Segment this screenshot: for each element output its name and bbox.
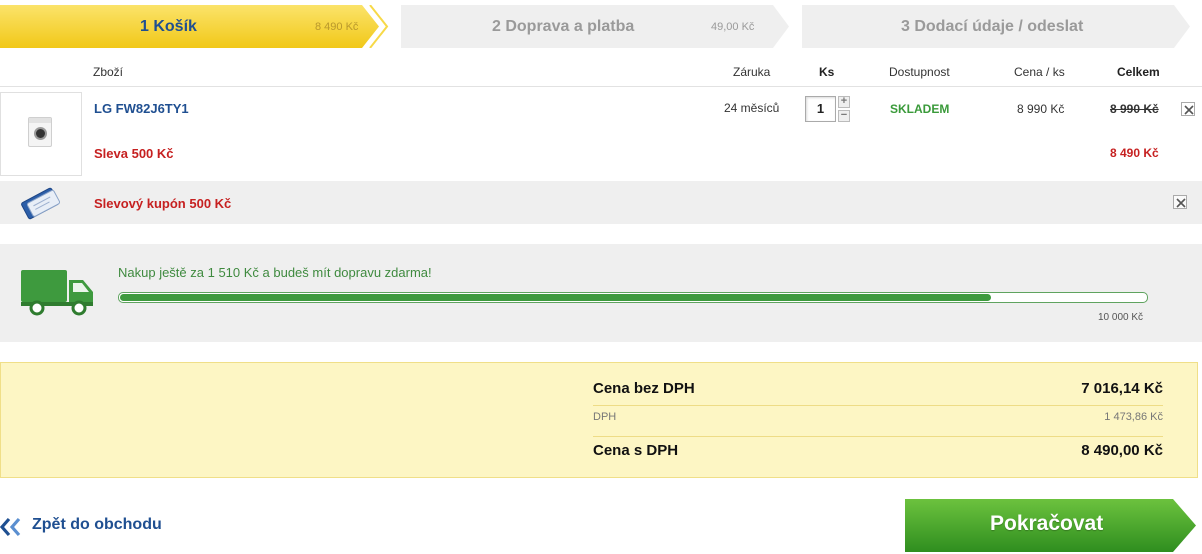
step-delivery-details[interactable]: 3 Dodací údaje / odeslat (802, 5, 1200, 48)
close-icon (1176, 198, 1186, 208)
step-cart-label: 1 Košík (140, 18, 197, 35)
price-with-vat-label: Cena s DPH (593, 442, 679, 459)
free-shipping-progress-bar (118, 292, 1148, 303)
quantity-plus-button[interactable]: + (838, 96, 850, 108)
step-shipping-label: 2 Doprava a platba (492, 18, 635, 35)
unit-price: 8 990 Kč (1017, 102, 1065, 116)
original-total-price: 8 990 Kč (1110, 102, 1159, 116)
step-cart-price: 8 490 Kč (315, 21, 359, 33)
discount-label: Sleva 500 Kč (94, 146, 174, 161)
discounted-total-price: 8 490 Kč (1110, 146, 1159, 160)
header-unit-price: Cena / ks (1014, 65, 1065, 79)
product-image[interactable] (0, 92, 82, 176)
back-to-shop-label: Zpět do obchodu (32, 516, 162, 533)
header-total: Celkem (1117, 65, 1160, 79)
washer-door (34, 127, 47, 140)
price-without-vat-label: Cena bez DPH (593, 380, 695, 397)
vat-value: 1 473,86 Kč (1104, 411, 1163, 423)
summary-row-without-vat: Cena bez DPH 7 016,14 Kč (593, 380, 1163, 406)
step-cart[interactable]: 1 Košík 8 490 Kč (0, 5, 392, 48)
price-without-vat-value: 7 016,14 Kč (1081, 380, 1163, 397)
step-delivery-label: 3 Dodací údaje / odeslat (901, 18, 1084, 35)
header-availability: Dostupnost (889, 65, 950, 79)
coupon-row: Slevový kupón 500 Kč (0, 181, 1202, 224)
summary-row-with-vat: Cena s DPH 8 490,00 Kč (593, 442, 1163, 468)
remove-coupon-button[interactable] (1173, 195, 1187, 209)
remove-item-button[interactable] (1181, 102, 1195, 116)
free-shipping-box: Nakup ještě za 1 510 Kč a budeš mít dopr… (0, 244, 1202, 342)
continue-label: Pokračovat (990, 512, 1104, 535)
availability-status: SKLADEM (890, 102, 950, 116)
coupon-label: Slevový kupón 500 Kč (94, 196, 232, 211)
free-shipping-target: 10 000 Kč (1098, 312, 1144, 323)
quantity-minus-button[interactable]: − (838, 110, 850, 122)
coupon-icon (21, 187, 61, 220)
summary-row-vat: DPH 1 473,86 Kč (593, 411, 1163, 437)
double-chevron-left-icon (0, 517, 21, 537)
product-name-link[interactable]: LG FW82J6TY1 (94, 101, 189, 116)
washing-machine-icon (28, 117, 52, 147)
free-shipping-message: Nakup ještě za 1 510 Kč a budeš mít dopr… (118, 265, 432, 280)
order-summary: Cena bez DPH 7 016,14 Kč DPH 1 473,86 Kč… (0, 362, 1198, 478)
close-icon (1184, 105, 1194, 115)
vat-label: DPH (593, 411, 617, 423)
product-warranty: 24 měsíců (724, 101, 780, 115)
step-shipping-payment[interactable]: 2 Doprava a platba 49,00 Kč (401, 5, 796, 48)
truck-icon (21, 270, 93, 316)
continue-button[interactable]: Pokračovat (905, 499, 1197, 552)
checkout-steps: 1 Košík 8 490 Kč 2 Doprava a platba 49,0… (0, 0, 1202, 55)
quantity-input[interactable]: 1 (805, 96, 836, 122)
cart-table-header: Zboží Záruka Ks Dostupnost Cena / ks Cel… (0, 59, 1202, 87)
washer-panel (29, 118, 51, 123)
header-quantity: Ks (819, 65, 835, 79)
price-with-vat-value: 8 490,00 Kč (1081, 442, 1163, 459)
step-shipping-price: 49,00 Kč (711, 21, 755, 33)
header-product: Zboží (93, 65, 124, 79)
free-shipping-progress-fill (120, 294, 991, 301)
header-warranty: Záruka (733, 65, 771, 79)
